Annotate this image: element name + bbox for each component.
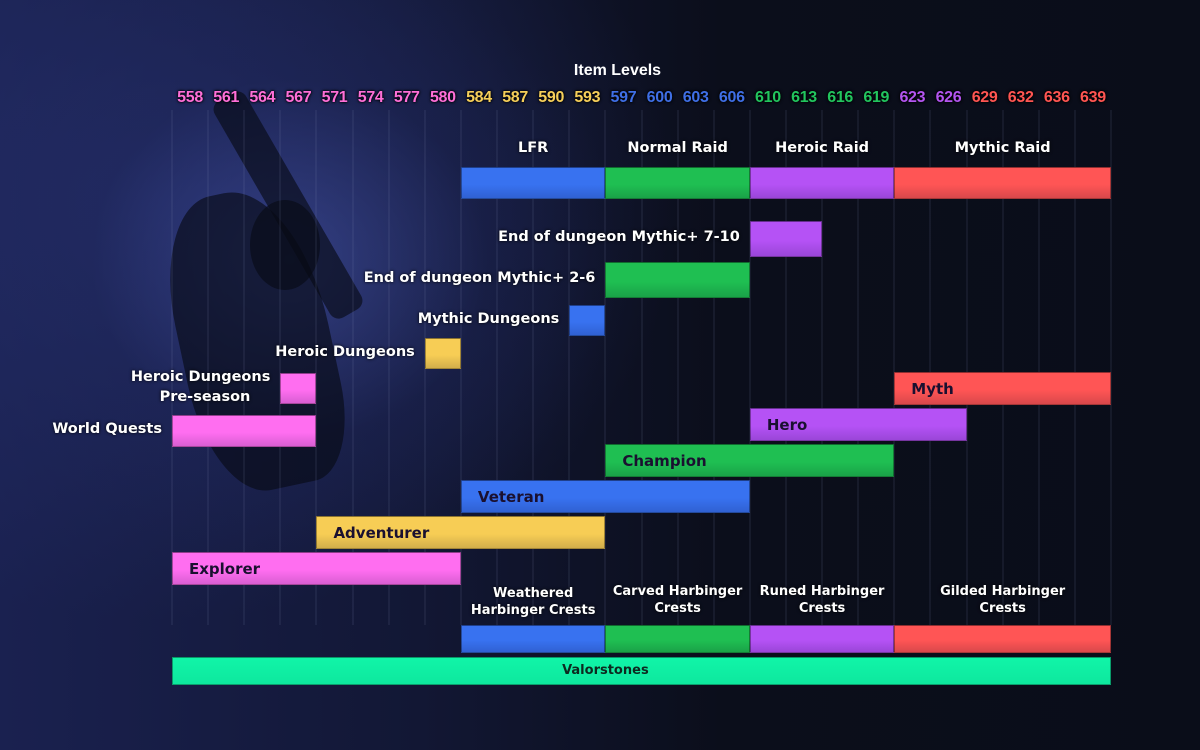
crest-label: Carved Harbinger Crests <box>605 583 749 617</box>
x-tick-label: 623 <box>899 89 926 106</box>
source-bar <box>424 338 461 369</box>
raid-label: Mythic Raid <box>954 140 1051 156</box>
crest-label: Weathered Harbinger Crests <box>461 585 605 619</box>
source-bar <box>172 415 317 447</box>
x-tick-label: 558 <box>177 89 203 106</box>
track-bar: Explorer <box>172 552 461 585</box>
crest-bar <box>749 625 895 653</box>
valorstones-label: Valorstones <box>562 663 649 678</box>
source-label: Heroic Dungeons <box>275 343 415 360</box>
crest-label: Gilded Harbinger Crests <box>894 583 1111 617</box>
bar-label: Hero <box>766 415 808 434</box>
track-bar: Myth <box>894 372 1111 405</box>
gridline <box>243 110 246 625</box>
crest-label-line: Crests <box>798 601 846 616</box>
x-tick-label: 619 <box>863 89 890 106</box>
raid-bar <box>894 167 1111 199</box>
raid-bar <box>749 167 895 199</box>
crest-label-line: Carved Harbinger <box>612 584 743 599</box>
source-label: End of dungeon Mythic+ 2-6 <box>363 270 596 286</box>
x-tick-label: 616 <box>827 89 854 106</box>
gridline <box>207 110 210 625</box>
source-label: End of dungeon Mythic+ 7-10 <box>498 229 740 245</box>
item-level-chart: Item Levels 558 561 564 567 571 574 577 580 584 5… <box>0 0 1200 750</box>
source-bar <box>749 221 823 257</box>
track-bar: Hero <box>749 408 967 441</box>
crest-bar <box>605 625 750 653</box>
x-tick-label: 571 <box>321 89 348 106</box>
x-tick-label: 584 <box>466 89 492 106</box>
bar-label: Veteran <box>477 487 545 506</box>
x-tick-label: 626 <box>935 89 962 106</box>
gridline <box>279 110 282 625</box>
x-tick-label: 629 <box>971 89 998 106</box>
crest-label-line: Weathered <box>493 586 574 601</box>
x-tick-label: 636 <box>1043 89 1070 106</box>
bar-label: Explorer <box>189 559 261 578</box>
crest-bar <box>460 625 606 653</box>
track-bar: Adventurer <box>316 516 606 549</box>
x-tick-label: 561 <box>213 89 240 106</box>
x-tick-label: 597 <box>610 89 637 106</box>
x-tick-label: 574 <box>357 89 384 106</box>
track-bar: Veteran <box>460 480 750 513</box>
x-tick-label: 580 <box>429 89 456 106</box>
source-bar <box>280 373 317 404</box>
source-bar <box>605 262 750 298</box>
raid-label: Normal Raid <box>627 140 728 156</box>
x-tick-label: 564 <box>249 89 276 106</box>
x-tick-label: 632 <box>1007 89 1034 106</box>
x-tick-label: 587 <box>502 89 528 106</box>
x-tick-label: 639 <box>1080 89 1106 106</box>
raid-bar <box>605 167 750 199</box>
source-label: Mythic Dungeons <box>417 310 560 327</box>
x-tick-label: 600 <box>646 89 673 106</box>
bar-label: Adventurer <box>333 523 430 542</box>
crest-label: Runed Harbinger Crests <box>750 583 894 617</box>
x-tick-label: 567 <box>285 89 312 106</box>
x-tick-label: 590 <box>538 89 565 106</box>
bar-label: Myth <box>911 379 954 398</box>
x-tick-label: 613 <box>791 89 817 106</box>
x-tick-label: 603 <box>682 89 709 106</box>
source-label: Pre-season <box>159 389 251 405</box>
x-tick-label: 577 <box>393 89 420 106</box>
raid-bar <box>460 167 606 199</box>
x-tick-label: 610 <box>755 89 781 106</box>
crest-label-line: Crests <box>979 601 1026 616</box>
gridline <box>171 110 173 625</box>
chart-title: Item Levels <box>573 62 662 79</box>
crest-label-line: Runed Harbinger <box>759 584 885 599</box>
source-label: Heroic Dungeons <box>130 369 271 385</box>
source-label: World Quests <box>52 421 162 437</box>
x-tick-label: 606 <box>718 89 745 106</box>
crest-bar <box>894 625 1111 653</box>
track-bar: Champion <box>605 444 895 477</box>
source-bar <box>569 305 606 336</box>
raid-label: Heroic Raid <box>775 140 870 156</box>
crest-label-line: Crests <box>654 601 701 616</box>
crest-label-line: Harbinger Crests <box>470 603 596 618</box>
raid-label: LFR <box>517 140 549 156</box>
x-tick-label: 593 <box>574 89 601 106</box>
bar-label: Champion <box>622 451 707 470</box>
crest-label-line: Gilded Harbinger <box>940 584 1066 599</box>
